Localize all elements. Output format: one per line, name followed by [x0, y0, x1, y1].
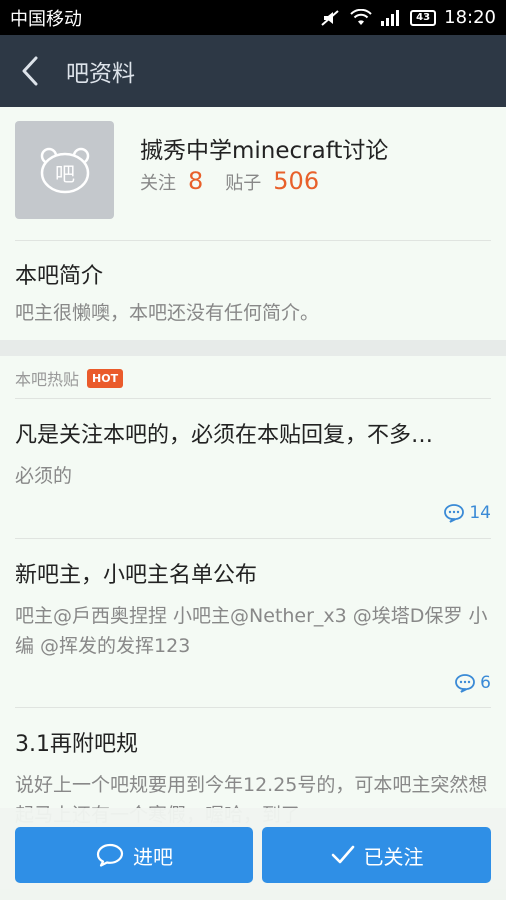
- follow-count: 8: [188, 167, 204, 195]
- bar-name: 揻秀中学minecraft讨论: [140, 138, 389, 164]
- divider: [15, 538, 491, 539]
- bar-avatar: 吧: [15, 121, 114, 219]
- page-title: 吧资料: [66, 61, 135, 87]
- back-button[interactable]: [0, 35, 60, 107]
- wifi-icon: [350, 8, 372, 27]
- reply-count-value: 14: [469, 503, 491, 523]
- intro-title: 本吧简介: [15, 264, 104, 289]
- clock: 18:20: [444, 7, 496, 28]
- followed-button[interactable]: 已关注: [262, 827, 491, 883]
- divider: [15, 707, 491, 708]
- reply-count: 6: [454, 673, 491, 693]
- comment-icon: [444, 504, 465, 523]
- bear-logo-icon: 吧: [40, 147, 89, 194]
- status-icons: 43 18:20: [320, 7, 496, 28]
- hot-badge: HOT: [87, 368, 124, 388]
- chat-bubble-icon: [96, 843, 124, 867]
- post-body: 吧主@戶西奥捏捏 小吧主@Nether_x3 @埃塔D保罗 小编 @挥发的发挥1…: [15, 605, 488, 657]
- chevron-left-icon: [22, 56, 38, 86]
- posts-count: 506: [273, 167, 320, 195]
- divider: [15, 240, 491, 241]
- signal-icon: [380, 9, 402, 27]
- hot-post-item[interactable]: 凡是关注本吧的，必须在本贴回复，不多… 必须的 14: [15, 417, 491, 529]
- comment-icon: [455, 674, 476, 693]
- follow-label: 关注: [140, 173, 176, 194]
- hot-post-item[interactable]: 3.1再附吧规 说好上一个吧规要用到今年12.25号的，可本吧主突然想起马上还有…: [15, 726, 491, 826]
- post-title: 新吧主，小吧主名单公布: [15, 563, 258, 588]
- reply-count: 14: [443, 503, 491, 523]
- status-bar: 中国移动 43 18:20: [0, 0, 506, 35]
- section-gap: [0, 340, 506, 356]
- followed-label: 已关注: [363, 844, 424, 869]
- mute-icon: [320, 9, 342, 27]
- checkmark-icon: [331, 845, 354, 864]
- enter-bar-button[interactable]: 进吧: [15, 827, 253, 883]
- hot-posts-label: 本吧热贴: [15, 370, 80, 389]
- avatar-text: 吧: [55, 162, 75, 186]
- battery-icon: 43: [410, 9, 437, 26]
- post-body: 必须的: [15, 465, 73, 487]
- carrier-name: 中国移动: [10, 8, 82, 30]
- intro-text: 吧主很懒噢，本吧还没有任何简介。: [15, 302, 320, 324]
- bar-profile: 吧 揻秀中学minecraft讨论 关注 8 贴子 506: [0, 107, 506, 241]
- app-header: 吧资料: [0, 35, 506, 107]
- hot-post-item[interactable]: 新吧主，小吧主名单公布 吧主@戶西奥捏捏 小吧主@Nether_x3 @埃塔D保…: [15, 557, 491, 699]
- hot-posts-header: 本吧热贴 HOT: [15, 366, 124, 390]
- reply-count-value: 6: [480, 673, 491, 693]
- post-title: 3.1再附吧规: [15, 732, 138, 757]
- bottom-action-bar: 进吧 已关注: [0, 808, 506, 900]
- divider: [15, 398, 491, 399]
- enter-bar-label: 进吧: [133, 844, 173, 869]
- bar-stats: 关注 8 贴子 506: [140, 167, 341, 195]
- posts-label: 贴子: [225, 173, 262, 194]
- post-title: 凡是关注本吧的，必须在本贴回复，不多…: [15, 423, 434, 448]
